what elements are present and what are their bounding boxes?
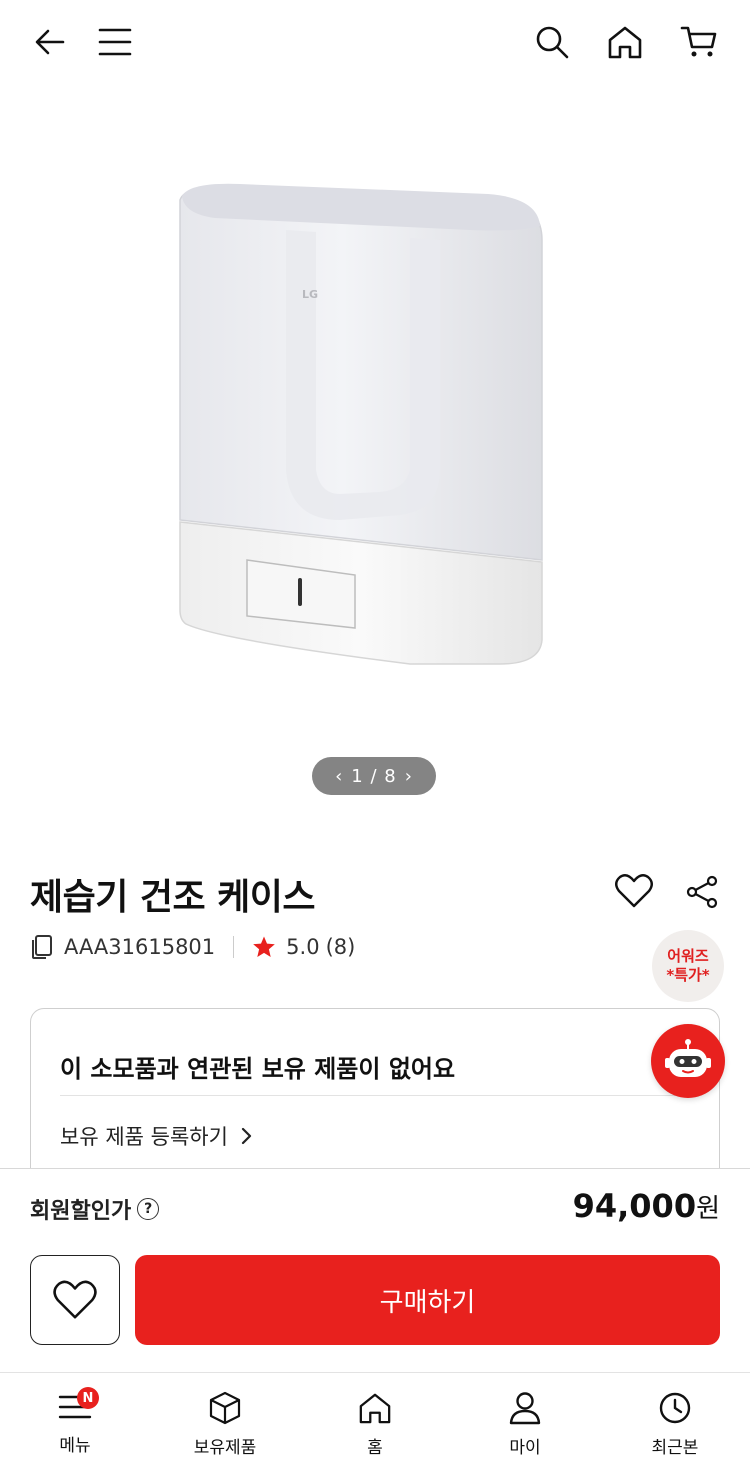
badge-line2: *특가*: [666, 966, 710, 984]
owned-products-headline: 이 소모품과 연관된 보유 제품이 없어요: [60, 1055, 456, 1083]
product-image-gallery[interactable]: LG: [0, 86, 750, 826]
product-meta: AAA31615801 5.0 (8): [30, 930, 355, 964]
back-button[interactable]: [30, 22, 70, 62]
wishlist-button[interactable]: [30, 1255, 120, 1345]
pager-separator: /: [363, 765, 385, 787]
buy-button[interactable]: 구매하기: [135, 1255, 720, 1345]
bottom-tab-bar: N 메뉴 보유제품 홈 마이 최근본: [0, 1372, 750, 1478]
tab-label: 보유제품: [193, 1438, 257, 1458]
tab-label: 메뉴: [59, 1436, 91, 1456]
clock-icon: [659, 1392, 691, 1424]
chatbot-robot-icon: [665, 1039, 711, 1077]
meta-divider: [233, 936, 235, 958]
card-divider: [60, 1095, 700, 1096]
awards-sale-badge[interactable]: 어워즈 *특가*: [652, 930, 724, 1002]
register-label: 보유 제품 등록하기: [60, 1125, 228, 1149]
image-pager[interactable]: ‹ 1 / 8 ›: [312, 757, 436, 795]
badge-line1: 어워즈: [667, 947, 709, 965]
heart-icon: [615, 874, 653, 908]
register-owned-product-link[interactable]: 보유 제품 등록하기: [60, 1121, 254, 1151]
star-icon: [253, 936, 275, 957]
chatbot-button[interactable]: [651, 1024, 725, 1098]
tab-recent[interactable]: 최근본: [600, 1373, 750, 1478]
tab-owned-products[interactable]: 보유제품: [150, 1373, 300, 1478]
tab-label: 홈: [367, 1438, 383, 1458]
product-title: 제습기 건조 케이스: [30, 877, 316, 918]
tab-label: 최근본: [651, 1438, 699, 1458]
arrow-left-icon: [35, 29, 65, 55]
home-button[interactable]: [605, 22, 645, 62]
price-value: 94,000: [572, 1187, 697, 1225]
person-icon: [509, 1392, 541, 1425]
heart-icon: [53, 1280, 97, 1319]
share-icon: [686, 875, 718, 909]
chevron-right-icon[interactable]: ›: [397, 766, 421, 787]
purchase-sheet: 회원할인가 ? 94,000원 구매하기: [0, 1168, 750, 1372]
chevron-left-icon[interactable]: ‹: [327, 766, 351, 787]
menu-button[interactable]: [95, 22, 135, 62]
pager-total: 8: [384, 765, 397, 787]
wishlist-toggle[interactable]: [612, 870, 656, 912]
product-logo: LG: [302, 288, 319, 301]
search-button[interactable]: [532, 22, 572, 62]
help-icon[interactable]: ?: [137, 1198, 160, 1220]
pager-current: 1: [351, 765, 364, 787]
home-icon: [359, 1393, 391, 1424]
copy-icon[interactable]: [30, 934, 54, 960]
review-count[interactable]: (8): [326, 935, 356, 959]
price-unit: 원: [696, 1194, 720, 1224]
tab-label: 마이: [509, 1438, 541, 1458]
home-icon: [608, 26, 642, 59]
search-icon: [536, 26, 569, 59]
tab-my[interactable]: 마이: [450, 1373, 600, 1478]
top-bar: [0, 0, 750, 86]
member-price-label: 회원할인가 ?: [30, 1193, 160, 1225]
model-number: AAA31615801: [64, 935, 216, 959]
cart-button[interactable]: [678, 22, 720, 62]
chevron-right-icon: [241, 1127, 252, 1145]
member-price: 94,000원: [573, 1187, 720, 1225]
tab-menu[interactable]: N 메뉴: [0, 1373, 150, 1478]
box-icon: [209, 1391, 241, 1425]
share-button[interactable]: [682, 872, 722, 912]
price-label-text: 회원할인가: [30, 1199, 132, 1224]
tab-home[interactable]: 홈: [300, 1373, 450, 1478]
product-image: [179, 183, 543, 665]
new-badge: N: [77, 1387, 99, 1409]
hamburger-icon: [98, 28, 132, 56]
rating-value[interactable]: 5.0: [286, 935, 319, 959]
cart-icon: [680, 26, 717, 57]
